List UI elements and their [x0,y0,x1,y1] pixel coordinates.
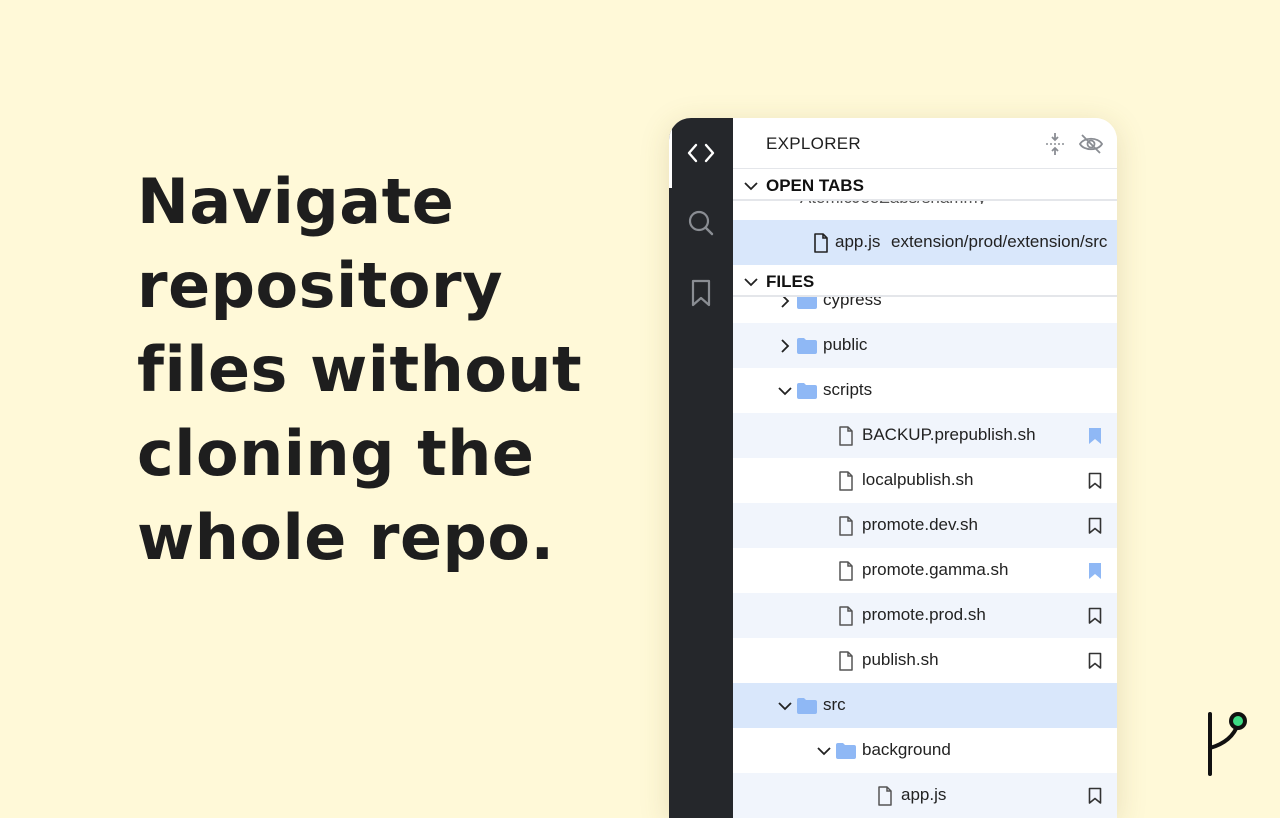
chevron-right-icon[interactable] [774,335,796,357]
bookmark-icon[interactable] [1085,425,1105,447]
folder-row[interactable]: background [733,728,1117,773]
chevron-down-icon [744,182,758,191]
collapse-icon [1046,133,1064,155]
code-icon [687,143,715,163]
open-tab-item[interactable]: app.js extension/prod/extension/src [733,220,1117,265]
bookmark-icon[interactable] [1085,650,1105,672]
file-row[interactable]: promote.prod.sh [733,593,1117,638]
headline-line: repository [137,249,503,322]
file-row[interactable]: promote.dev.sh [733,503,1117,548]
folder-icon [796,380,818,402]
file-icon [835,470,857,492]
file-row[interactable]: app.js [733,773,1117,818]
explorer-header: EXPLORER [733,118,1117,169]
headline-line: cloning the [137,417,535,490]
folder-row[interactable]: src [733,683,1117,728]
chevron-down-icon[interactable] [774,380,796,402]
file-icon [835,650,857,672]
file-name: app.js [901,785,947,804]
file-row[interactable]: BACKUP.prepublish.sh [733,413,1117,458]
file-row[interactable]: promote.gamma.sh [733,548,1117,593]
code-view-button[interactable] [669,118,733,188]
files-header[interactable]: FILES [733,267,1117,297]
eye-off-icon [1078,134,1104,154]
collapse-all-button[interactable] [1042,131,1068,157]
folder-icon [835,740,857,762]
file-icon [835,560,857,582]
folder-row[interactable]: public [733,323,1117,368]
activity-bar [669,118,733,818]
folder-name: src [823,695,846,714]
bookmark-icon[interactable] [1085,605,1105,627]
open-tabs-label: OPEN TABS [766,176,864,195]
file-name: publish.sh [862,650,939,669]
explorer-sidebar: EXPLORER OPEN TABS app.js extension/prod… [733,118,1117,818]
search-icon [688,210,714,236]
file-icon [835,515,857,537]
headline-line: whole repo. [137,501,555,574]
files-label: FILES [766,272,815,291]
bookmark-icon[interactable] [1085,470,1105,492]
file-name: promote.prod.sh [862,605,986,624]
file-icon [874,785,896,807]
open-tab-path: extension/prod/extension/src [891,232,1108,251]
bookmark-icon[interactable] [1085,560,1105,582]
bookmark-icon[interactable] [1085,515,1105,537]
bookmark-icon[interactable] [1085,785,1105,807]
open-tab-name: app.js [835,232,881,251]
chevron-down-icon[interactable] [813,740,835,762]
file-icon [835,425,857,447]
explorer-title: EXPLORER [766,134,861,153]
chevron-down-icon[interactable] [774,695,796,717]
logo-icon [1208,712,1247,776]
headline-line: Navigate [137,165,455,238]
folder-icon [796,335,818,357]
file-icon [835,605,857,627]
folder-row[interactable]: scripts [733,368,1117,413]
explorer-panel: EXPLORER OPEN TABS app.js extension/prod… [669,118,1117,818]
file-name: promote.dev.sh [862,515,978,534]
toggle-visibility-button[interactable] [1078,131,1104,157]
file-name: BACKUP.prepublish.sh [862,425,1036,444]
folder-name: background [862,740,951,759]
file-name: promote.gamma.sh [862,560,1009,579]
file-icon [810,232,832,254]
open-tabs-header[interactable]: OPEN TABS [733,171,1117,201]
file-name: localpublish.sh [862,470,974,489]
bookmark-icon [691,279,711,307]
search-button[interactable] [669,188,733,258]
file-row[interactable]: localpublish.sh [733,458,1117,503]
headline-line: files without [137,333,583,406]
folder-name: public [823,335,868,354]
folder-name: scripts [823,380,873,399]
headline: Navigate repository files without clonin… [137,160,617,580]
file-row[interactable]: publish.sh [733,638,1117,683]
folder-icon [796,695,818,717]
bookmarks-button[interactable] [669,258,733,328]
chevron-down-icon [744,278,758,287]
